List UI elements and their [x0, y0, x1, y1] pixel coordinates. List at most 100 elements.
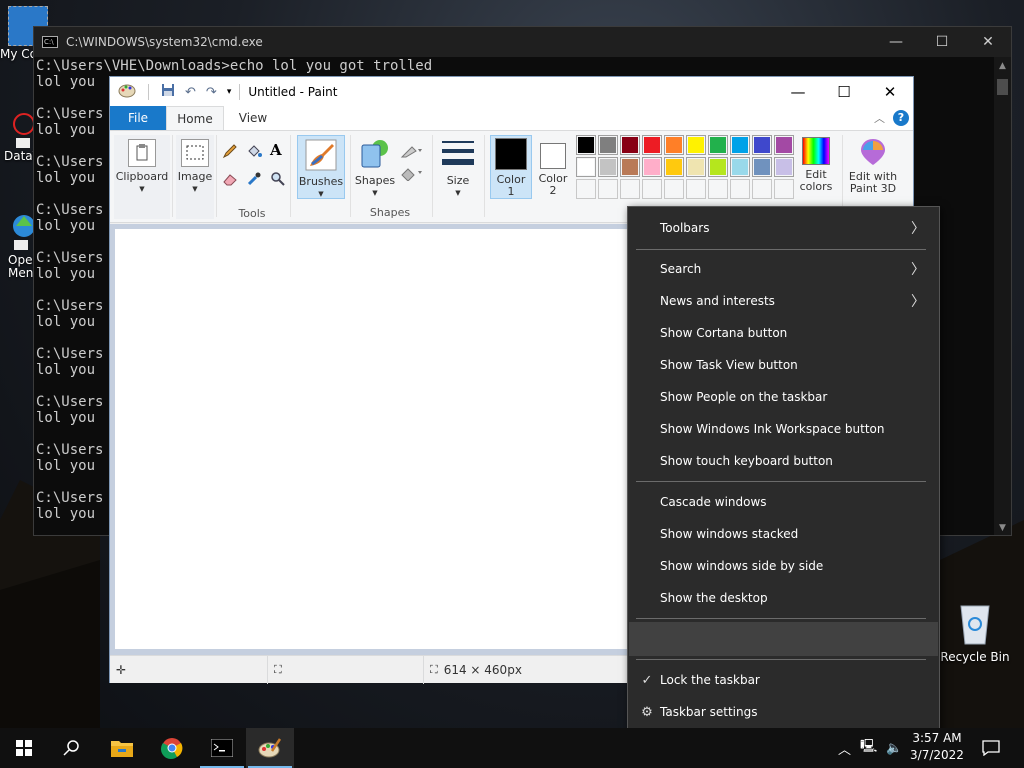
clipboard-button[interactable]: Clipboard ▼: [114, 135, 170, 219]
show-hidden-icons-icon[interactable]: ︿: [838, 739, 851, 758]
palette-swatch[interactable]: [730, 135, 750, 155]
menu-item-toolbars[interactable]: Toolbars 〉: [636, 212, 933, 244]
palette-swatch[interactable]: [708, 135, 728, 155]
magnifier-icon[interactable]: [270, 171, 286, 190]
close-button[interactable]: ✕: [965, 34, 1011, 50]
tab-view[interactable]: View: [224, 106, 282, 130]
palette-swatch-empty[interactable]: [686, 179, 706, 199]
menu-item-taskbar-settings[interactable]: ⚙ Taskbar settings: [636, 696, 933, 728]
menu-item-search[interactable]: Search 〉: [636, 253, 933, 285]
palette-swatch[interactable]: [752, 135, 772, 155]
palette-swatch[interactable]: [774, 135, 794, 155]
taskbar-clock[interactable]: 3:57 AM 3/7/2022: [900, 730, 974, 764]
palette-swatch[interactable]: [708, 157, 728, 177]
menu-item-cascade-windows[interactable]: Cascade windows: [636, 486, 933, 518]
taskbar-file-explorer[interactable]: [98, 728, 146, 768]
tab-file[interactable]: File: [110, 106, 166, 130]
scroll-down-icon[interactable]: ▼: [994, 523, 1011, 533]
palette-swatch[interactable]: [642, 157, 662, 177]
close-button[interactable]: ✕: [867, 83, 913, 101]
palette-swatch[interactable]: [620, 135, 640, 155]
minimize-button[interactable]: —: [873, 34, 919, 50]
palette-swatch[interactable]: [730, 157, 750, 177]
size-button[interactable]: Size ▼: [440, 135, 476, 199]
menu-item-news-and-interests[interactable]: News and interests 〉: [636, 285, 933, 317]
menu-item-show-cortana[interactable]: Show Cortana button: [636, 317, 933, 349]
color-picker-icon[interactable]: [246, 171, 262, 190]
palette-swatch-empty[interactable]: [598, 179, 618, 199]
menu-item-show-desktop[interactable]: Show the desktop: [636, 582, 933, 614]
fill-shape-icon[interactable]: [400, 167, 422, 184]
palette-swatch-empty[interactable]: [664, 179, 684, 199]
palette-swatch[interactable]: [576, 135, 596, 155]
menu-item-windows-side-by-side[interactable]: Show windows side by side: [636, 550, 933, 582]
palette-swatch[interactable]: [642, 135, 662, 155]
maximize-button[interactable]: ☐: [919, 34, 965, 50]
undo-icon[interactable]: ↶: [185, 85, 196, 100]
cmd-scrollbar[interactable]: ▲ ▼: [994, 57, 1011, 535]
search-button[interactable]: [48, 728, 96, 768]
minimize-button[interactable]: —: [775, 83, 821, 101]
palette-swatch[interactable]: [576, 157, 596, 177]
network-icon[interactable]: 🖳: [860, 737, 877, 759]
palette-swatch[interactable]: [664, 135, 684, 155]
palette-swatch-empty[interactable]: [642, 179, 662, 199]
customize-quick-access-icon[interactable]: ▾: [227, 87, 232, 97]
redo-icon[interactable]: ↷: [206, 85, 217, 100]
maximize-button[interactable]: ☐: [821, 83, 867, 101]
palette-swatch[interactable]: [686, 135, 706, 155]
tab-home[interactable]: Home: [166, 106, 224, 130]
taskbar-cmd[interactable]: [198, 728, 246, 768]
palette-swatch-empty[interactable]: [774, 179, 794, 199]
desktop-icon-recycle-bin[interactable]: Recycle Bin: [940, 602, 1010, 664]
menu-item-show-people[interactable]: Show People on the taskbar: [636, 381, 933, 413]
text-icon[interactable]: A: [270, 141, 282, 159]
menu-item-show-touch-keyboard[interactable]: Show touch keyboard button: [636, 445, 933, 477]
palette-swatch[interactable]: [664, 157, 684, 177]
color1-button[interactable]: Color 1: [490, 135, 532, 199]
start-button[interactable]: [0, 728, 48, 768]
palette-swatch[interactable]: [598, 157, 618, 177]
shapes-button[interactable]: Shapes ▼: [354, 135, 396, 199]
clipboard-label: Clipboard: [115, 170, 169, 183]
eraser-icon[interactable]: [222, 171, 238, 190]
cmd-titlebar[interactable]: C:\ C:\WINDOWS\system32\cmd.exe — ☐ ✕: [34, 27, 1011, 57]
menu-item-windows-stacked[interactable]: Show windows stacked: [636, 518, 933, 550]
edit-with-paint3d-button[interactable]: Edit with Paint 3D: [846, 135, 900, 199]
outline-icon[interactable]: [400, 145, 422, 162]
palette-swatch-empty[interactable]: [752, 179, 772, 199]
fill-icon[interactable]: [246, 143, 262, 162]
palette-swatch[interactable]: [752, 157, 772, 177]
pencil-icon[interactable]: [222, 143, 238, 162]
palette-swatch-empty[interactable]: [708, 179, 728, 199]
edit-colors-button[interactable]: Edit colors: [794, 135, 838, 199]
action-center-button[interactable]: [968, 728, 1014, 768]
taskbar-paint[interactable]: [246, 728, 294, 768]
taskbar-context-menu: Toolbars 〉 Search 〉 News and interests 〉…: [627, 206, 940, 740]
menu-item-show-task-view[interactable]: Show Task View button: [636, 349, 933, 381]
collapse-ribbon-icon[interactable]: ︿: [874, 110, 885, 126]
palette-swatch[interactable]: [686, 157, 706, 177]
palette-swatch-color: [688, 137, 704, 153]
palette-swatch-empty[interactable]: [576, 179, 596, 199]
image-button[interactable]: Image ▼: [176, 135, 214, 219]
group-separator: [350, 135, 351, 217]
brushes-button[interactable]: Brushes ▼: [297, 135, 345, 199]
menu-item-show-ink-workspace[interactable]: Show Windows Ink Workspace button: [636, 413, 933, 445]
menu-item-lock-taskbar[interactable]: ✓ Lock the taskbar: [636, 664, 933, 696]
color-palette: [576, 135, 800, 205]
palette-swatch[interactable]: [774, 157, 794, 177]
palette-swatch-empty[interactable]: [730, 179, 750, 199]
palette-swatch[interactable]: [620, 157, 640, 177]
menu-item-highlighted-empty[interactable]: [629, 622, 938, 656]
help-icon[interactable]: ?: [893, 110, 909, 126]
scroll-thumb[interactable]: [997, 79, 1008, 95]
ribbon-tabs: File Home View ︿ ?: [110, 106, 913, 131]
taskbar-chrome[interactable]: [148, 728, 196, 768]
color2-button[interactable]: Color 2: [534, 135, 572, 199]
palette-swatch-empty[interactable]: [620, 179, 640, 199]
save-icon[interactable]: [161, 83, 175, 101]
paint-titlebar[interactable]: ↶ ↷ ▾ Untitled - Paint — ☐ ✕: [110, 77, 913, 107]
scroll-up-icon[interactable]: ▲: [994, 61, 1011, 71]
palette-swatch[interactable]: [598, 135, 618, 155]
